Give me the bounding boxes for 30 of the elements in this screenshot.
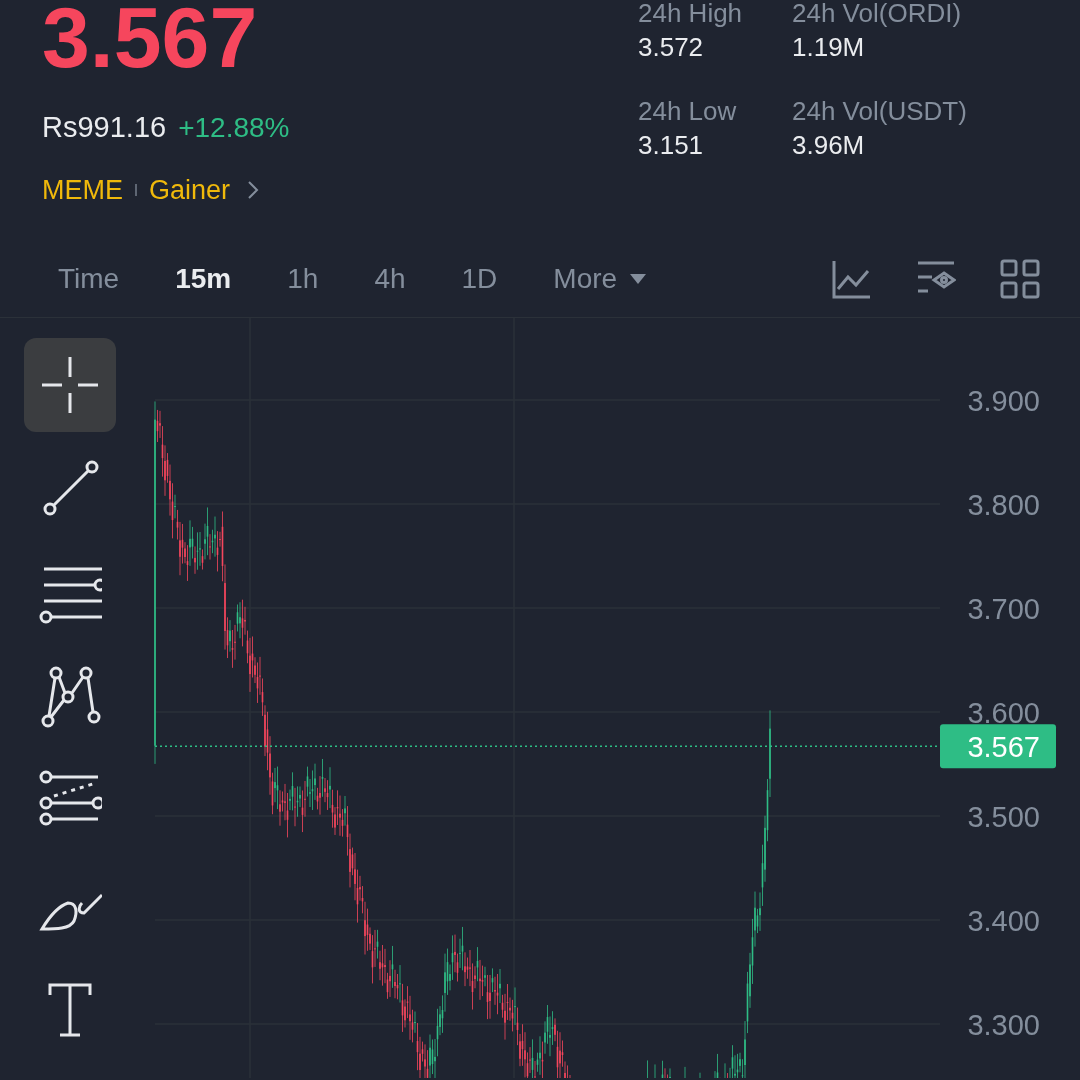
stat-value: 1.19M (792, 31, 866, 64)
interval-tab[interactable]: Time (40, 253, 138, 304)
price-axis-label: 3.900 (967, 385, 1040, 417)
price-axis-label: 3.300 (967, 1009, 1040, 1041)
interval-tab[interactable]: 1D (443, 253, 516, 304)
price-change: +12.88% (178, 111, 290, 145)
grid-icon[interactable] (1000, 258, 1040, 299)
stat-label: 24h High (638, 0, 744, 30)
fiat-price: Rs991.16 (42, 110, 167, 145)
price-axis-label: 3.500 (967, 801, 1040, 833)
caret-down-icon (629, 272, 648, 285)
category-tag[interactable]: Gainer (149, 169, 231, 210)
stat-value: 3.151 (638, 129, 705, 162)
price-axis-label: 3.800 (967, 489, 1040, 521)
stat-value: 3.572 (638, 31, 705, 64)
more-dropdown[interactable]: More (535, 253, 666, 304)
chevron-right-icon[interactable] (246, 178, 261, 201)
price-axis-label: 3.400 (967, 905, 1040, 937)
stat-label: 24h Vol(USDT) (792, 95, 968, 128)
interval-tab[interactable]: 15m (157, 253, 250, 304)
stat-value: 3.96M (792, 129, 866, 162)
chart-line-icon[interactable] (832, 258, 872, 299)
category-tag[interactable]: MEME (42, 169, 123, 210)
stat-label: 24h Low (638, 95, 738, 128)
interval-tab[interactable]: 1h (269, 253, 337, 304)
last-price-tag: 3.567 (940, 724, 1056, 769)
last-price: 3.567 (42, 0, 259, 80)
interval-tab[interactable]: 4h (356, 253, 424, 304)
price-axis-label: 3.700 (967, 593, 1040, 625)
stat-label: 24h Vol(ORDI) (792, 0, 963, 30)
